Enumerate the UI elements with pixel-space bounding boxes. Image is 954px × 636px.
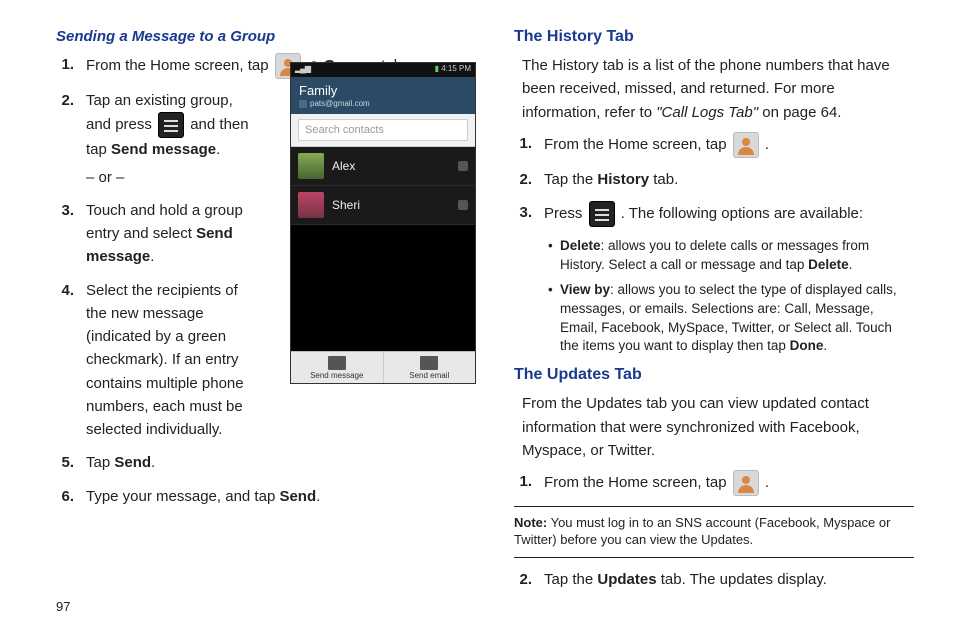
divider (514, 506, 914, 507)
divider (514, 557, 914, 558)
step-6: Type your message, and tap Send. (86, 485, 466, 508)
step-number: 4. (56, 279, 86, 442)
step-number: 6. (56, 485, 86, 508)
step-4: Select the recipients of the new message… (86, 279, 256, 442)
contacts-icon (733, 470, 759, 496)
step-number: 2. (514, 568, 544, 591)
history-intro: The History tab is a list of the phone n… (522, 54, 914, 124)
send-email-button[interactable]: Send email (384, 352, 476, 383)
history-step-1: From the Home screen, tap . (544, 132, 914, 158)
step-number: 3. (56, 199, 86, 269)
menu-icon (589, 201, 615, 227)
bullet-delete: • Delete: allows you to delete calls or … (548, 237, 914, 275)
history-step-2: Tap the History tab. (544, 168, 914, 191)
step-number: 1. (514, 470, 544, 496)
phone-screenshot: ▂▄▆ ▮ 4:15 PM Family pats@gmail.com Sear… (290, 62, 476, 384)
history-step-3: Press . The following options are availa… (544, 201, 914, 227)
bullet-viewby: • View by: allows you to select the type… (548, 281, 914, 357)
note: Note: You must log in to an SNS account … (514, 515, 914, 549)
menu-icon (158, 112, 184, 138)
step-number: 2. (56, 89, 86, 189)
search-contacts-input[interactable]: Search contacts (298, 119, 468, 141)
step-2: Tap an existing group, and press and the… (86, 89, 256, 189)
updates-intro: From the Updates tab you can view update… (522, 392, 914, 462)
step-number: 2. (514, 168, 544, 191)
right-column: The History Tab The History tab is a lis… (514, 28, 914, 601)
contact-row[interactable]: Alex (291, 147, 475, 186)
step-5: Tap Send. (86, 451, 466, 474)
gear-icon (458, 200, 468, 210)
contact-row[interactable]: Sheri (291, 186, 475, 225)
step-number: 1. (56, 53, 86, 79)
phone-status-bar: ▂▄▆ ▮ 4:15 PM (291, 63, 475, 77)
email-icon (420, 356, 438, 370)
contacts-icon (733, 132, 759, 158)
heading-history-tab: The History Tab (514, 28, 914, 46)
phone-search: Search contacts (291, 114, 475, 147)
updates-step-1: From the Home screen, tap . (544, 470, 914, 496)
gear-icon (458, 161, 468, 171)
step-number: 3. (514, 201, 544, 227)
step-3: Touch and hold a group entry and select … (86, 199, 256, 269)
phone-bottom-bar: Send message Send email (291, 351, 475, 383)
updates-step-2: Tap the Updates tab. The updates display… (544, 568, 914, 591)
step-number: 1. (514, 132, 544, 158)
avatar (298, 153, 324, 179)
avatar (298, 192, 324, 218)
heading-updates-tab: The Updates Tab (514, 366, 914, 384)
page-number: 97 (56, 599, 70, 614)
phone-header: Family pats@gmail.com (291, 77, 475, 114)
send-message-button[interactable]: Send message (291, 352, 384, 383)
heading-sending-message-group: Sending a Message to a Group (56, 28, 466, 45)
step-number: 5. (56, 451, 86, 474)
message-icon (328, 356, 346, 370)
